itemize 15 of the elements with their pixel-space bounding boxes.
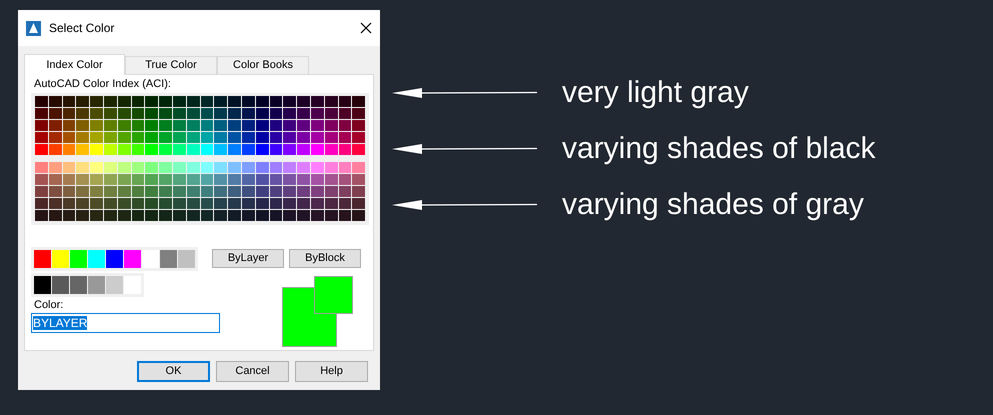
annotation-text: varying shades of black (562, 131, 876, 167)
tab[interactable]: Color Books (217, 56, 309, 74)
tab[interactable]: True Color (125, 56, 217, 74)
color-label: Color: (34, 298, 64, 312)
input-field[interactable]: BYLAYER (31, 313, 220, 333)
window-title: Select Color (49, 20, 114, 37)
annotation-text: very light gray (562, 75, 749, 111)
palette-label: AutoCAD Color Index (ACI): (34, 77, 172, 92)
dialog-button[interactable]: Cancel (216, 361, 289, 382)
tab[interactable]: Index Color (24, 54, 125, 75)
dialog-button[interactable]: OK (137, 361, 210, 382)
dialog-button[interactable]: Help (295, 361, 368, 382)
by-button[interactable]: ByLayer (212, 248, 284, 268)
by-button[interactable]: ByBlock (289, 248, 361, 268)
annotation-text: varying shades of gray (562, 187, 864, 223)
